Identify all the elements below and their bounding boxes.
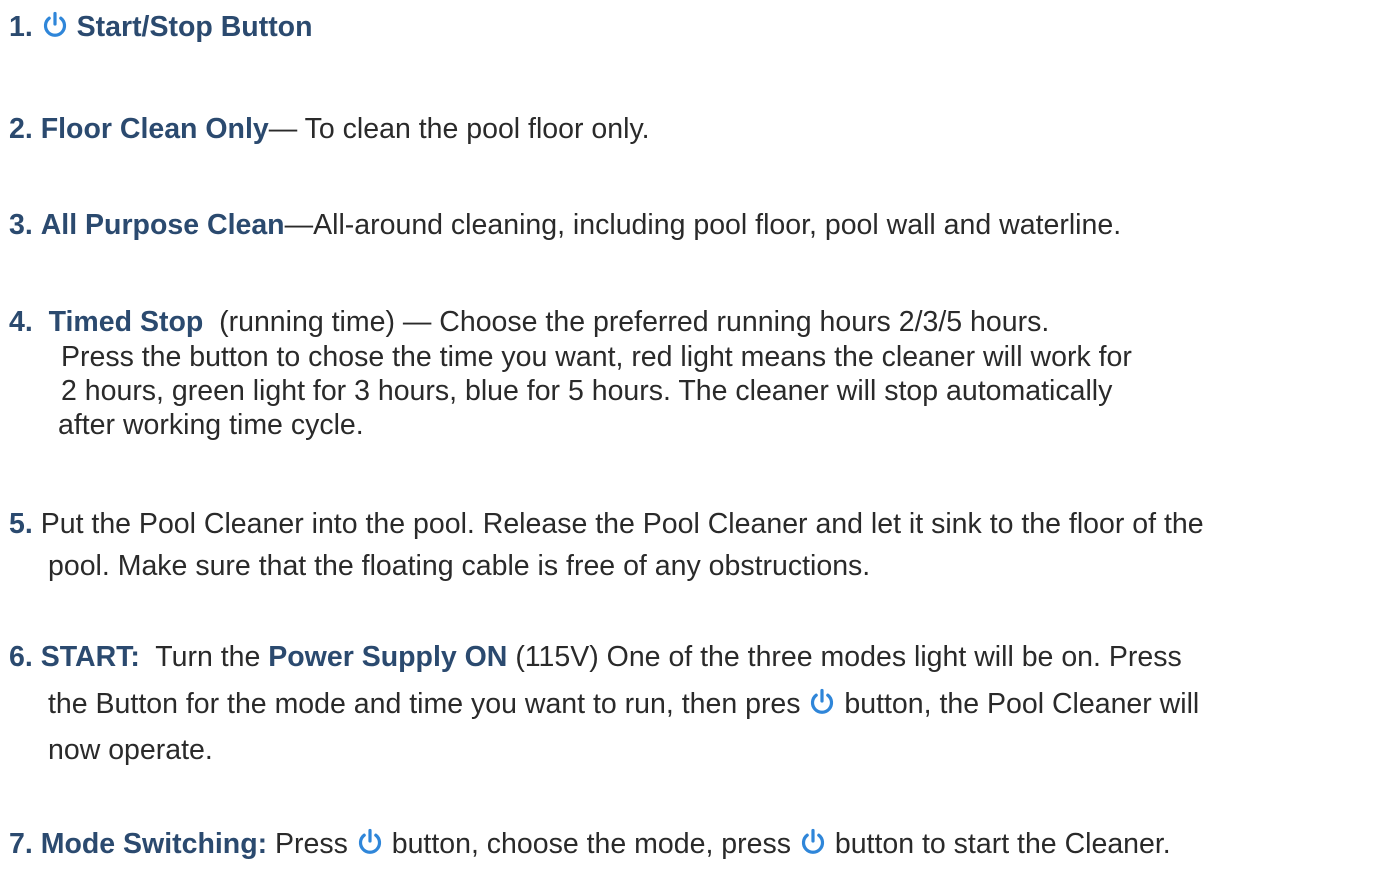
power-icon (799, 828, 827, 856)
list-item-7: 7. Mode Switching: Press button, choose … (9, 820, 1381, 868)
power-icon (356, 828, 384, 856)
power-icon (41, 11, 69, 39)
item-title: START: (40, 641, 140, 673)
item-title: All Purpose Clean (40, 209, 285, 241)
item-text: (115V) One of the three modes light will… (515, 641, 1182, 673)
item-text: pool. Make sure that the floating cable … (48, 550, 871, 582)
list-item-4: 4. Timed Stop (running time) — Choose th… (9, 304, 1381, 443)
item-subtitle: (running time) — Choose the preferred ru… (219, 306, 1050, 338)
item-text: the Button for the mode and time you wan… (48, 688, 801, 720)
item-number: 2. (9, 113, 33, 145)
item-text: Put the Pool Cleaner into the pool. Rele… (40, 508, 1204, 540)
item-line: Press the button to chose the time you w… (61, 341, 1132, 373)
item-text: now operate. (48, 734, 213, 766)
item-number: 4. (9, 306, 33, 338)
list-item-5: 5. Put the Pool Cleaner into the pool. R… (9, 503, 1381, 587)
item-title: Mode Switching: (40, 828, 268, 860)
item-number: 3. (9, 209, 33, 241)
item-title: Floor Clean Only (40, 113, 269, 145)
item-text: Turn the (155, 641, 261, 673)
item-line: 2 hours, green light for 3 hours, blue f… (61, 375, 1113, 407)
item-title: Timed Stop (48, 306, 204, 338)
item-number: 5. (9, 508, 33, 540)
list-item-6: 6. START: Turn the Power Supply ON (115V… (9, 633, 1381, 773)
item-text: button, the Pool Cleaner will (844, 688, 1200, 720)
item-text: button to start the Cleaner. (834, 828, 1171, 860)
item-description: —All-around cleaning, including pool flo… (284, 209, 1122, 241)
item-text: Press (275, 828, 348, 860)
power-icon (808, 688, 836, 716)
item-title: Start/Stop Button (76, 11, 313, 43)
list-item-2: 2. Floor Clean Only— To clean the pool f… (9, 111, 1381, 148)
item-number: 7. (9, 828, 33, 860)
item-number: 6. (9, 641, 33, 673)
list-item-1: 1. Start/Stop Button (9, 9, 1381, 46)
item-number: 1. (9, 11, 33, 43)
item-bold: Power Supply ON (268, 641, 508, 673)
item-line: after working time cycle. (58, 409, 364, 441)
list-item-3: 3. All Purpose Clean—All-around cleaning… (9, 207, 1381, 244)
item-description: — To clean the pool floor only. (268, 113, 650, 145)
item-text: button, choose the mode, press (391, 828, 791, 860)
